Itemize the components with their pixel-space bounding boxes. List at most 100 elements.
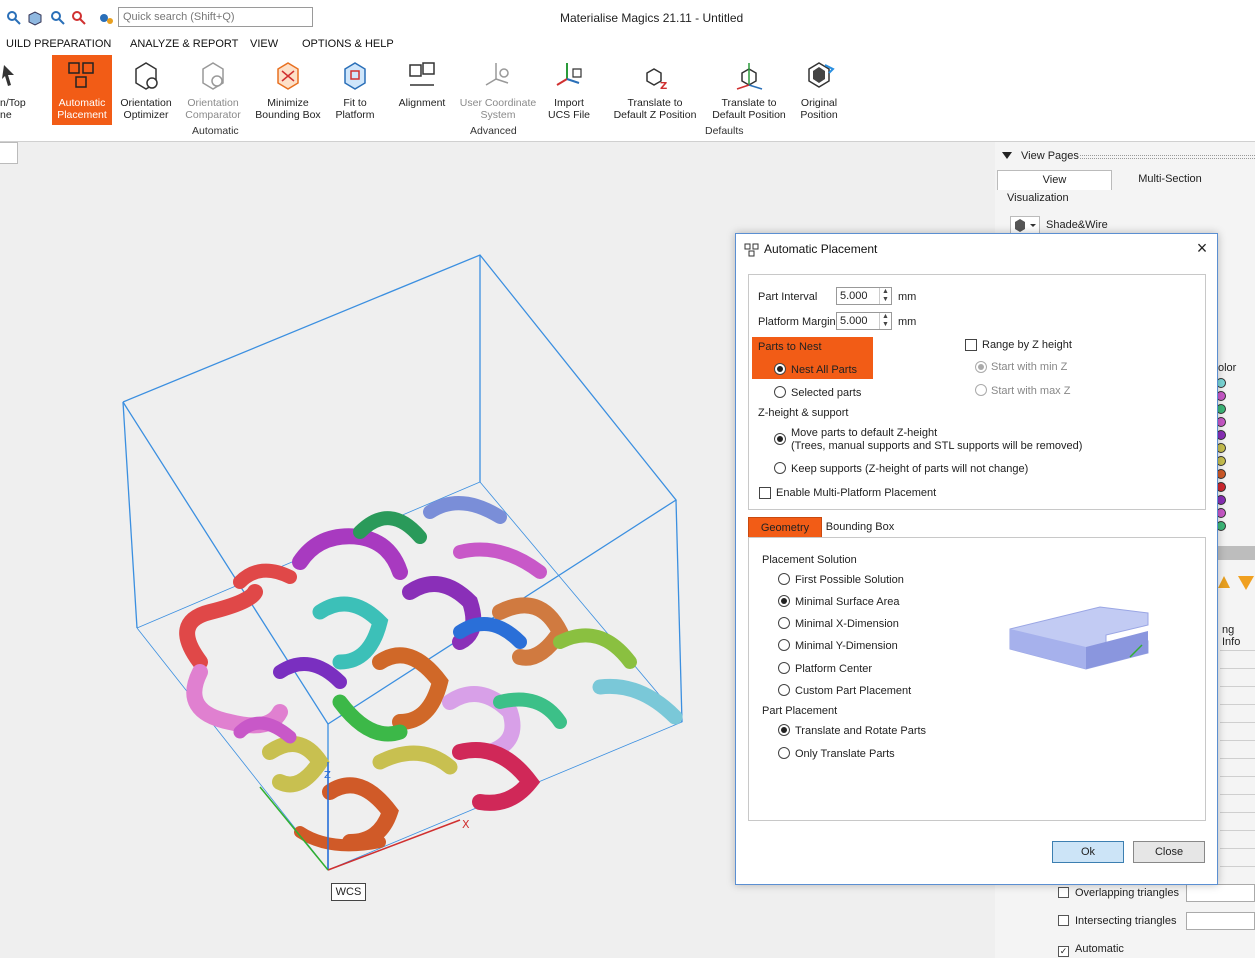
settings-icon[interactable]	[98, 10, 114, 26]
range-by-z-label: Range by Z height	[982, 339, 1072, 351]
first-possible-solution-label: First Possible Solution	[795, 574, 904, 586]
translate-z-icon: Z	[646, 68, 667, 92]
original-position-button[interactable]: Original Position	[795, 55, 843, 125]
automatic-placement-button[interactable]: Automatic Placement	[52, 55, 112, 125]
row-divider	[1220, 830, 1255, 831]
orientation-optimizer-button[interactable]: Orientation Optimizer	[115, 55, 177, 125]
tab-view[interactable]: View	[997, 170, 1112, 190]
zoom-in-icon[interactable]	[50, 10, 66, 26]
tab-multi-section[interactable]: Multi-Section	[1115, 170, 1225, 190]
row-divider	[1220, 650, 1255, 651]
multi-platform-label: Enable Multi-Platform Placement	[776, 487, 937, 499]
row-divider	[1220, 812, 1255, 813]
translate-default-z-button[interactable]: Z Translate to Default Z Position	[608, 55, 702, 125]
row-divider	[1220, 740, 1255, 741]
first-possible-solution-radio[interactable]	[778, 573, 790, 585]
automatic-check[interactable]: ✓ Automatic	[1058, 943, 1124, 957]
custom-part-placement-label: Custom Part Placement	[795, 685, 912, 697]
user-coordinate-system-button[interactable]: User Coordinate System	[455, 55, 541, 125]
translate-rotate-label: Translate and Rotate Parts	[795, 725, 927, 737]
panel-grip	[1080, 155, 1255, 159]
minimal-y-dimension-radio[interactable]	[778, 639, 790, 651]
minimal-y-dimension-label: Minimal Y-Dimension	[795, 640, 898, 652]
view-cube-icon[interactable]	[27, 10, 43, 26]
minimal-surface-area-radio[interactable]	[778, 595, 790, 607]
overlapping-count-field[interactable]	[1186, 884, 1255, 902]
shade-mode-dropdown[interactable]	[1010, 216, 1040, 234]
minimize-bounding-box-button[interactable]: Minimize Bounding Box	[250, 55, 326, 125]
collapse-triangle-icon[interactable]	[1002, 152, 1012, 160]
keep-supports-label: Keep supports (Z-height of parts will no…	[791, 463, 1029, 475]
platform-center-label: Platform Center	[795, 663, 873, 675]
start-min-z-radio[interactable]	[975, 361, 987, 373]
axis-z-label: Z	[324, 770, 331, 781]
shade-mode-label: Shade&Wire	[1046, 219, 1108, 231]
wcs-label: WCS	[331, 883, 366, 901]
fit-to-platform-button[interactable]: Fit to Platform	[330, 55, 380, 125]
spinner-arrows-icon[interactable]: ▲ ▼	[879, 288, 891, 304]
menu-build-preparation[interactable]: UILD PREPARATION	[6, 38, 111, 50]
platform-margin-input[interactable]: 5.000 ▲ ▼	[836, 312, 892, 330]
multi-platform-checkbox[interactable]	[759, 487, 771, 499]
overlapping-triangles-check[interactable]: Overlapping triangles	[1058, 887, 1179, 899]
zoom-out-icon[interactable]	[71, 10, 87, 26]
alignment-button[interactable]: Alignment	[393, 55, 451, 125]
translate-default-position-button[interactable]: Translate to Default Position	[706, 55, 792, 125]
part-placement-heading: Part Placement	[762, 705, 838, 717]
orientation-comparator-icon	[202, 62, 224, 90]
spinner-arrows-icon[interactable]: ▲ ▼	[879, 313, 891, 329]
minimal-x-dimension-radio[interactable]	[778, 617, 790, 629]
tab-geometry[interactable]: Geometry	[748, 517, 822, 539]
intersecting-triangles-check[interactable]: Intersecting triangles	[1058, 915, 1177, 927]
checkbox-checked[interactable]: ✓	[1058, 946, 1069, 957]
move-parts-note: (Trees, manual supports and STL supports…	[791, 440, 1083, 452]
row-divider	[1220, 848, 1255, 849]
only-translate-radio[interactable]	[778, 747, 790, 759]
ok-button[interactable]: Ok	[1052, 841, 1124, 863]
part-interval-label: Part Interval	[758, 291, 818, 303]
panel-splitter[interactable]	[1218, 546, 1255, 560]
part-interval-input[interactable]: 5.000 ▲ ▼	[836, 287, 892, 305]
move-parts-radio[interactable]	[774, 433, 786, 445]
coordinate-system-icon	[485, 63, 509, 86]
orientation-comparator-button[interactable]: Orientation Comparator	[182, 55, 244, 125]
range-by-z-checkbox[interactable]	[965, 339, 977, 351]
cursor-icon	[2, 65, 14, 86]
platform-center-radio[interactable]	[778, 662, 790, 674]
nest-all-parts-radio[interactable]	[774, 363, 786, 375]
group-label-defaults: Defaults	[705, 125, 744, 137]
tools-icons[interactable]	[1214, 570, 1255, 592]
nested-parts	[179, 496, 683, 852]
app-title: Materialise Magics 21.11 - Untitled	[560, 11, 744, 25]
row-divider	[1220, 722, 1255, 723]
menu-view[interactable]: VIEW	[250, 38, 278, 50]
placement-solution-heading: Placement Solution	[762, 554, 857, 566]
import-ucs-file-button[interactable]: Import UCS File	[544, 55, 594, 125]
zoom-icon[interactable]	[6, 10, 22, 26]
tab-bounding-box[interactable]: Bounding Box	[822, 517, 898, 539]
row-divider	[1220, 758, 1255, 759]
close-icon[interactable]: ×	[1191, 238, 1213, 260]
color-column-label: olor	[1218, 362, 1237, 374]
fit-to-platform-icon	[344, 62, 366, 90]
menu-options-help[interactable]: OPTIONS & HELP	[302, 38, 394, 50]
checkbox[interactable]	[1058, 887, 1069, 898]
intersecting-count-field[interactable]	[1186, 912, 1255, 930]
translate-rotate-radio[interactable]	[778, 724, 790, 736]
move-parts-label: Move parts to default Z-height	[791, 427, 938, 439]
orientation-optimizer-icon	[135, 62, 158, 90]
quick-search-input[interactable]: Quick search (Shift+Q)	[118, 7, 313, 27]
selected-parts-radio[interactable]	[774, 386, 786, 398]
automatic-placement-icon	[68, 62, 94, 88]
close-button[interactable]: Close	[1133, 841, 1205, 863]
checkbox[interactable]	[1058, 915, 1069, 926]
row-divider	[1220, 776, 1255, 777]
start-max-z-label: Start with max Z	[991, 385, 1071, 397]
menu-analyze-report[interactable]: ANALYZE & REPORT	[130, 38, 238, 50]
custom-part-placement-radio[interactable]	[778, 684, 790, 696]
keep-supports-radio[interactable]	[774, 462, 786, 474]
only-translate-label: Only Translate Parts	[795, 748, 895, 760]
ribbon-button-top-plane[interactable]: n/Top ne	[0, 55, 42, 125]
start-max-z-radio[interactable]	[975, 384, 987, 396]
row-divider	[1220, 686, 1255, 687]
